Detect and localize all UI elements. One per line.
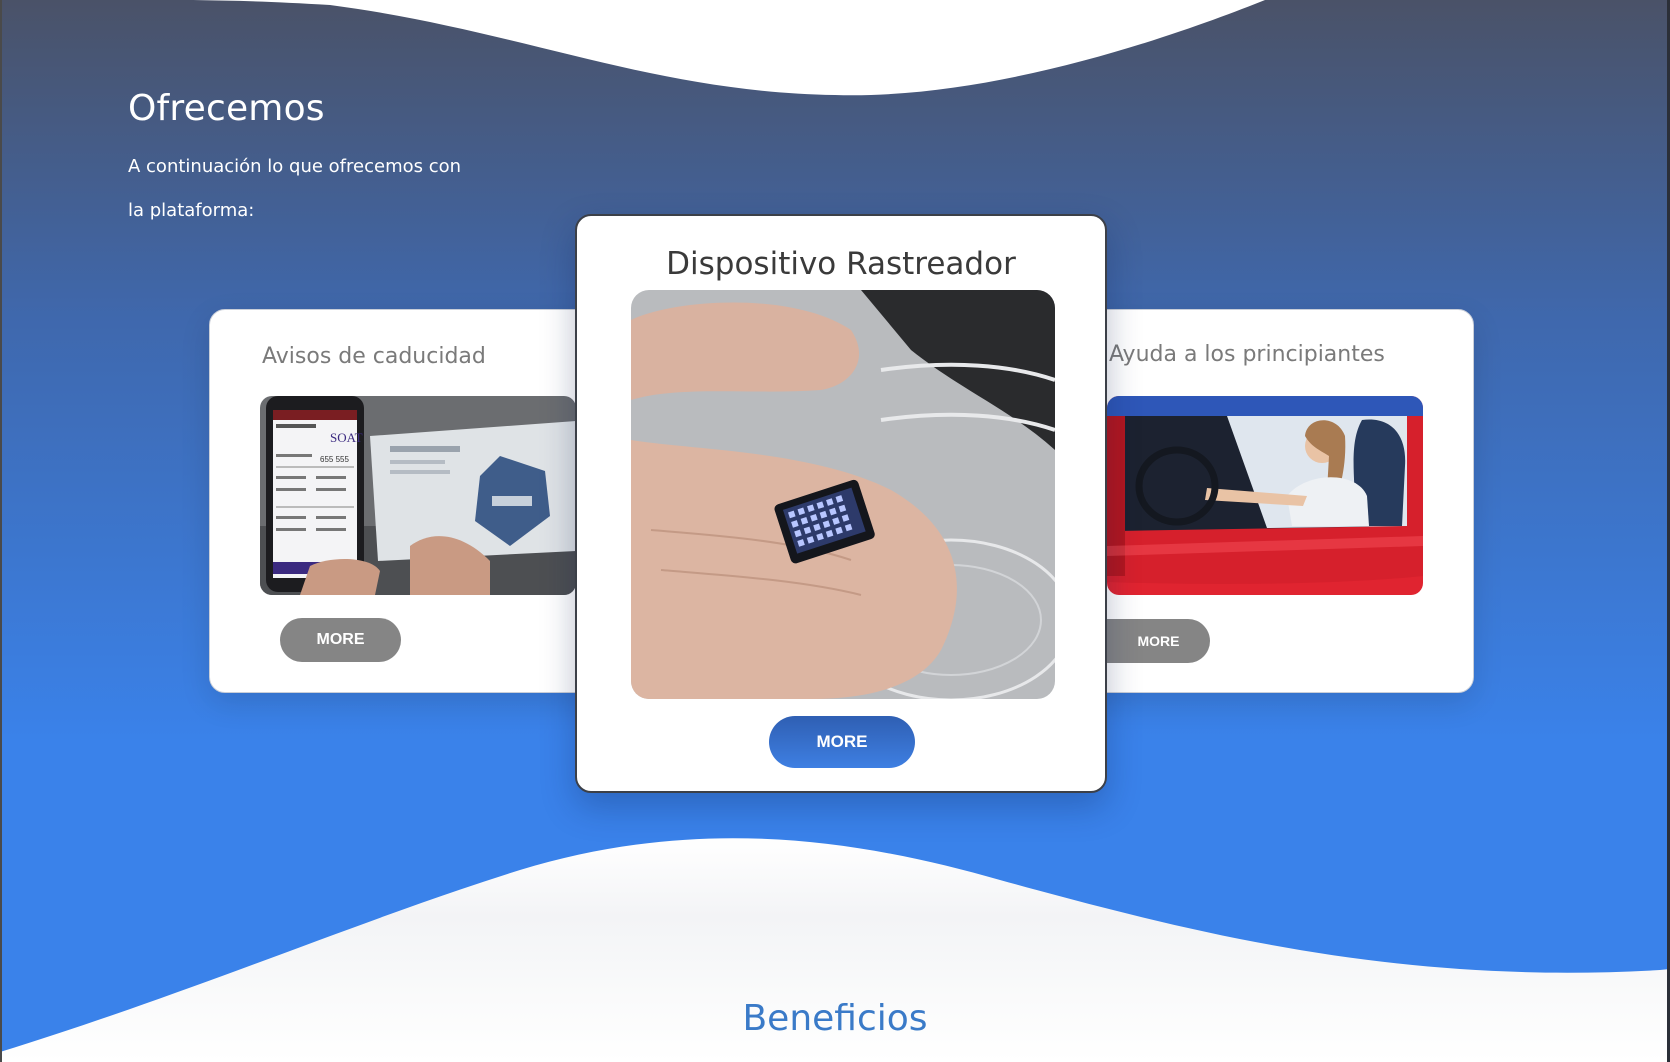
svg-text:655 555: 655 555 <box>320 455 349 464</box>
card-title: Dispositivo Rastreador <box>666 246 1016 282</box>
card-dispositivo-rastreador: Dispositivo Rastreador MORE <box>575 214 1107 793</box>
more-button[interactable]: MORE <box>280 618 401 662</box>
section-description: A continuación lo que ofrecemos con la p… <box>128 156 462 221</box>
window-edge-left <box>0 0 2 1062</box>
intro-block: Ofrecemos A continuación lo que ofrecemo… <box>128 88 468 233</box>
more-button[interactable]: MORE <box>1107 619 1210 663</box>
more-button[interactable]: MORE <box>769 716 915 768</box>
offers-section: Ofrecemos A continuación lo que ofrecemo… <box>0 0 1670 1062</box>
svg-text:SOAT: SOAT <box>330 430 363 445</box>
card-title: Ayuda a los principiantes <box>1109 342 1385 367</box>
soat-photo: SOAT 655 555 <box>260 396 576 595</box>
card-title: Avisos de caducidad <box>262 344 486 369</box>
next-section-title: Beneficios <box>742 998 928 1039</box>
tracking-chip-photo <box>631 290 1055 699</box>
driver-photo <box>1107 396 1423 595</box>
section-title: Ofrecemos <box>128 88 325 129</box>
